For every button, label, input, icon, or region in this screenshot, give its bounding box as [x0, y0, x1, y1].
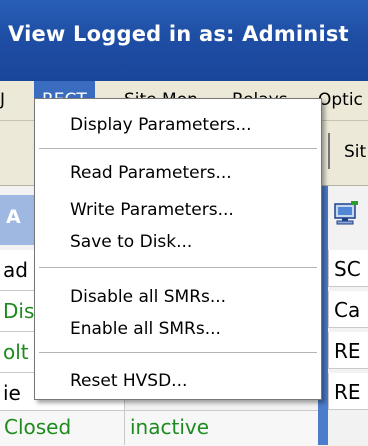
- menu-separator: [39, 352, 317, 353]
- table-cell: ie: [3, 381, 21, 405]
- menu-separator: [39, 267, 317, 268]
- menu-item-j[interactable]: J: [0, 90, 5, 110]
- status-cell-inactive: inactive: [130, 415, 210, 439]
- table-cell: RE: [334, 380, 361, 404]
- column-divider: [124, 410, 125, 445]
- table-cell: Dis: [3, 299, 35, 323]
- toolbar-site-button[interactable]: Sit: [344, 142, 366, 162]
- menu-item-enable-all-smrs[interactable]: Enable all SMRs...: [70, 319, 221, 339]
- table-cell: Ca: [334, 298, 361, 322]
- menu-item-display-parameters[interactable]: Display Parameters...: [70, 115, 252, 135]
- menu-item-options[interactable]: Optic: [318, 90, 363, 110]
- table-cell: SC: [334, 257, 361, 281]
- table-cell: RE: [334, 339, 361, 363]
- rect-dropdown-menu: Display Parameters... Read Parameters...…: [34, 98, 322, 400]
- computer-network-icon: [333, 201, 359, 227]
- menu-item-write-parameters[interactable]: Write Parameters...: [70, 200, 234, 220]
- menu-item-reset-hvsd[interactable]: Reset HVSD...: [70, 371, 187, 391]
- table-cell: olt: [3, 340, 29, 364]
- table-cell: ad: [3, 258, 28, 282]
- window-title: View Logged in as: Administ: [8, 22, 349, 46]
- toolbar-separator: [328, 133, 330, 169]
- left-panel-header-label: A: [6, 206, 21, 228]
- title-bar: View Logged in as: Administ: [0, 0, 368, 81]
- menu-item-save-to-disk[interactable]: Save to Disk...: [70, 232, 192, 252]
- status-cell-closed: Closed: [4, 415, 72, 439]
- menu-item-disable-all-smrs[interactable]: Disable all SMRs...: [70, 287, 226, 307]
- menu-separator: [39, 148, 317, 149]
- menu-item-read-parameters[interactable]: Read Parameters...: [70, 163, 232, 183]
